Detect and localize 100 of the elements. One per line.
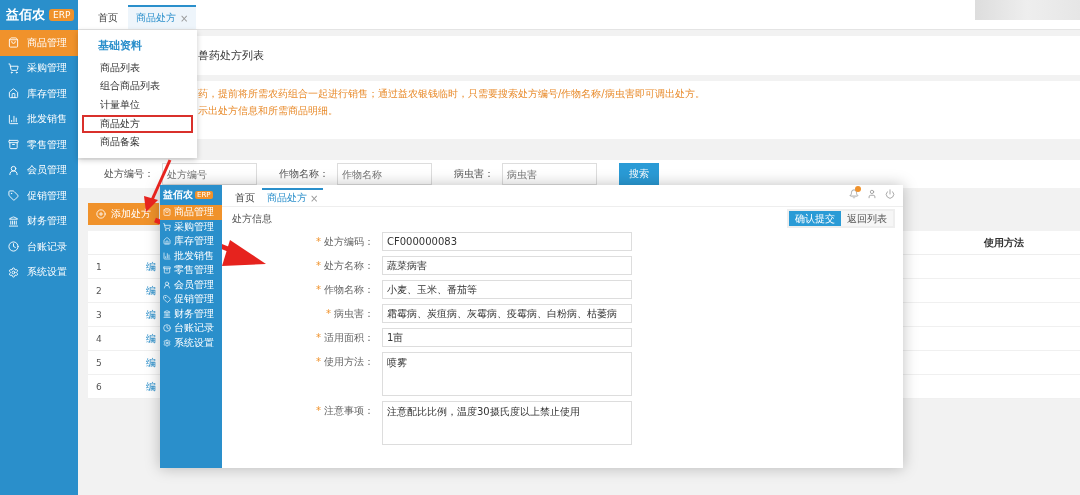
person-icon (8, 164, 19, 176)
archive-icon (163, 266, 171, 275)
section-title: 处方信息 (232, 211, 272, 226)
gear-icon (163, 338, 171, 347)
sidebar-item[interactable]: 促销管理 (0, 183, 78, 209)
field-label: 处方编号： (104, 167, 154, 181)
field-label: 使用方法： (324, 355, 374, 369)
close-icon[interactable]: × (310, 192, 319, 204)
erp-badge: ERP (49, 9, 75, 21)
person-icon (163, 280, 171, 289)
input-field[interactable]: 蔬菜病害 (382, 256, 632, 275)
sidebar-item[interactable]: 财务管理 (0, 208, 78, 234)
house-icon (163, 237, 171, 246)
menu-item[interactable]: 商品处方 (82, 114, 193, 134)
sidebar-item[interactable]: 商品管理 (160, 205, 222, 220)
sidebar-item[interactable]: 会员管理 (0, 157, 78, 183)
sidebar-item[interactable]: 财务管理 (160, 306, 222, 321)
field-label: 处方编码： (324, 235, 374, 249)
required-mark: * (316, 235, 321, 249)
edit-link[interactable]: 编 (146, 379, 156, 394)
sidebar-item[interactable]: 系统设置 (0, 259, 78, 285)
required-mark: * (316, 355, 321, 369)
text-area[interactable]: 喷雾 (382, 352, 632, 396)
edit-link[interactable]: 编 (146, 307, 156, 322)
field-label: 处方名称： (324, 259, 374, 273)
row-number: 6 (95, 381, 103, 392)
search-field[interactable]: 处方编号 (162, 163, 257, 185)
sidebar-item[interactable]: 采购管理 (160, 219, 222, 234)
search-button[interactable]: 搜索 (619, 163, 659, 185)
sidebar-item[interactable]: 批发销售 (0, 106, 78, 132)
required-mark: * (326, 307, 331, 321)
note-text: 药，提前将所需农药组合一起进行销售；通过益农银钱临时，只需要搜索处方编号/作物名称/病虫害即可调出处方。 (198, 87, 706, 101)
field-label: 适用面积： (324, 331, 374, 345)
menu-item[interactable]: 商品备案 (82, 133, 193, 152)
input-field[interactable]: CF000000083 (382, 232, 632, 251)
bag-icon (8, 37, 19, 49)
tab[interactable]: 首页 (90, 5, 126, 29)
required-mark: * (316, 331, 321, 345)
page-title: 兽药处方列表 (198, 48, 265, 64)
required-mark: * (316, 283, 321, 297)
menu-item[interactable]: 商品列表 (82, 59, 193, 78)
field-label: 作物名称： (279, 167, 329, 181)
bag-icon (163, 208, 171, 217)
chart-icon (163, 251, 171, 260)
clock-icon (163, 324, 171, 333)
text-area[interactable]: 注意配比比例，温度30摄氏度以上禁止使用 (382, 401, 632, 445)
power-icon[interactable] (885, 189, 895, 199)
sidebar-item[interactable]: 采购管理 (0, 55, 78, 81)
search-field[interactable]: 作物名称 (337, 163, 432, 185)
menu-item[interactable]: 组合商品列表 (82, 77, 193, 97)
logo: 益佰农 (163, 188, 193, 202)
tag-icon (163, 295, 171, 304)
gear-icon (8, 266, 19, 278)
logo: 益佰农 (6, 6, 45, 24)
tab[interactable]: 商品处方 × (262, 188, 324, 206)
tab[interactable]: 首页 (230, 188, 260, 206)
row-number: 3 (95, 309, 103, 320)
field-label: 病虫害： (334, 307, 374, 321)
field-label: 注意事项： (324, 404, 374, 418)
tab[interactable]: 商品处方 × (128, 5, 197, 29)
row-number: 1 (95, 261, 103, 272)
user-icon[interactable] (867, 189, 877, 199)
menu-item[interactable]: 计量单位 (82, 96, 193, 115)
close-icon[interactable]: × (180, 12, 189, 24)
note-text: 示出处方信息和所需商品明细。 (198, 104, 339, 118)
edit-link[interactable]: 编 (146, 355, 156, 370)
search-field[interactable]: 病虫害 (502, 163, 597, 185)
building-icon (163, 309, 171, 318)
edit-link[interactable]: 编 (146, 331, 156, 346)
sidebar-item[interactable]: 零售管理 (160, 263, 222, 278)
sidebar-item[interactable]: 台账记录 (0, 234, 78, 260)
sidebar-item[interactable]: 零售管理 (0, 132, 78, 158)
building-icon (8, 215, 19, 227)
edit-link[interactable]: 编 (146, 259, 156, 274)
row-number: 5 (95, 357, 103, 368)
sidebar-item[interactable]: 系统设置 (160, 335, 222, 350)
house-icon (8, 88, 19, 100)
sidebar-item[interactable]: 促销管理 (160, 292, 222, 307)
required-mark: * (316, 404, 321, 418)
tag-icon (8, 190, 19, 202)
sidebar-item[interactable]: 库存管理 (0, 81, 78, 107)
input-field[interactable]: 小麦、玉米、番茄等 (382, 280, 632, 299)
back-button[interactable]: 返回列表 (841, 211, 893, 226)
row-number: 4 (95, 333, 103, 344)
plus-icon (96, 209, 106, 219)
input-field[interactable]: 霜霉病、炭疽病、灰霉病、疫霉病、白粉病、枯萎病 (382, 304, 632, 323)
field-label: 病虫害： (454, 167, 494, 181)
sidebar-item[interactable]: 会员管理 (160, 277, 222, 292)
input-field[interactable]: 1亩 (382, 328, 632, 347)
required-mark: * (316, 259, 321, 273)
sidebar-item[interactable]: 商品管理 (0, 30, 78, 56)
sidebar-item[interactable]: 台账记录 (160, 321, 222, 336)
menu-heading: 基础资料 (97, 38, 143, 54)
sidebar-item[interactable]: 批发销售 (160, 248, 222, 263)
sidebar-item[interactable]: 库存管理 (160, 234, 222, 249)
edit-link[interactable]: 编 (146, 283, 156, 298)
bell-icon[interactable] (849, 189, 859, 199)
add-button[interactable]: 添加处方 (88, 203, 159, 225)
column-header: 使用方法 (984, 235, 1024, 250)
submit-button[interactable]: 确认提交 (789, 211, 841, 226)
